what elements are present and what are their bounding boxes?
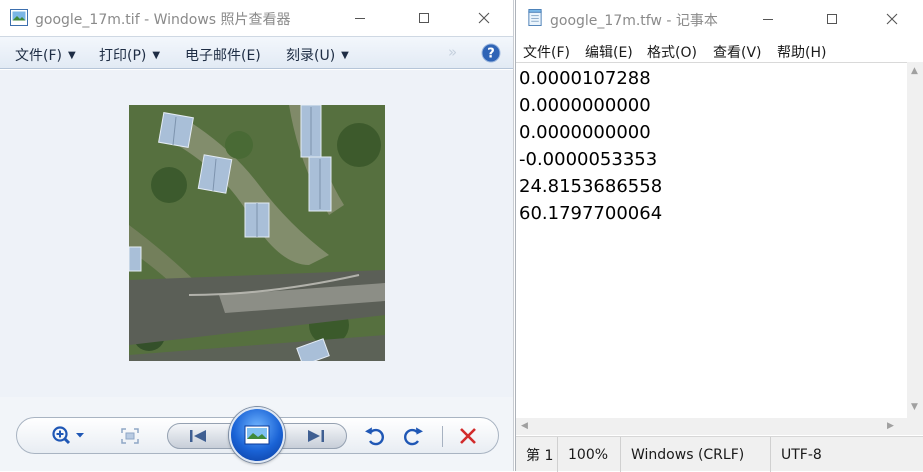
menu-view[interactable]: 查看(V) — [713, 42, 762, 62]
next-icon — [308, 430, 324, 442]
maximize-icon — [419, 13, 429, 23]
slideshow-icon — [244, 425, 270, 445]
horizontal-scrollbar[interactable]: ◀ ▶ — [516, 418, 907, 435]
close-icon — [886, 13, 898, 25]
text-line: 0.0000107288 — [519, 68, 651, 89]
menu-format[interactable]: 格式(O) — [647, 42, 697, 62]
photo-viewer-window: google_17m.tif - Windows 照片查看器 文件(F) ▼ 打… — [0, 0, 514, 471]
status-zoom: 100% — [557, 437, 608, 472]
double-chevron-icon[interactable]: » — [448, 43, 457, 61]
previous-icon — [190, 430, 206, 442]
chevron-down-icon: ▼ — [152, 49, 161, 61]
text-line: 0.0000000000 — [519, 122, 651, 143]
text-editor[interactable]: 0.0000107288 0.0000000000 0.0000000000 -… — [516, 62, 907, 418]
slideshow-button[interactable] — [229, 407, 285, 463]
chevron-down-icon: ▼ — [67, 49, 76, 61]
maximize-icon — [827, 14, 837, 24]
menu-email[interactable]: 电子邮件(E) — [185, 45, 261, 65]
close-button[interactable] — [870, 0, 914, 38]
window-title: google_17m.tif - Windows 照片查看器 — [35, 12, 291, 28]
photo-viewer-menubar: 文件(F) ▼ 打印(P) ▼ 电子邮件(E) 刻录(U) ▼ » ? — [0, 36, 513, 69]
vertical-scrollbar[interactable]: ▲ ▼ — [907, 62, 923, 418]
text-line: 0.0000000000 — [519, 95, 651, 116]
menu-burn[interactable]: 刻录(U) ▼ — [286, 45, 349, 65]
notepad-window: google_17m.tfw - 记事本 文件(F) 编辑(E) 格式(O) 查… — [515, 0, 923, 472]
notepad-titlebar[interactable]: google_17m.tfw - 记事本 — [516, 0, 923, 38]
status-position: 第 1 — [526, 447, 554, 464]
menu-burn-label: 刻录(U) — [286, 48, 336, 64]
status-encoding: UTF-8 — [770, 437, 822, 472]
scroll-down-icon[interactable]: ▼ — [911, 402, 918, 412]
rotate-ccw-icon — [365, 427, 384, 446]
menu-print[interactable]: 打印(P) ▼ — [99, 45, 160, 65]
minimize-icon — [355, 18, 365, 19]
notepad-menubar: 文件(F) 编辑(E) 格式(O) 查看(V) 帮助(H) — [516, 38, 923, 62]
menu-file-label: 文件(F) — [15, 48, 62, 64]
rotate-cw-button[interactable] — [403, 426, 423, 446]
text-line: 24.8153686558 — [519, 176, 663, 197]
minimize-button[interactable] — [338, 0, 382, 36]
scroll-up-icon[interactable]: ▲ — [911, 66, 918, 76]
separator — [442, 426, 443, 447]
rotate-ccw-button[interactable] — [365, 426, 385, 446]
delete-button[interactable] — [458, 426, 478, 446]
photo-viewer-icon — [10, 9, 28, 26]
delete-icon — [460, 428, 476, 444]
close-icon — [478, 12, 490, 24]
maximize-button[interactable] — [402, 0, 446, 36]
help-icon[interactable]: ? — [481, 43, 501, 63]
window-title: google_17m.tfw - 记事本 — [550, 13, 718, 29]
minimize-button[interactable] — [746, 0, 790, 38]
text-line: 60.1797700064 — [519, 203, 663, 224]
chevron-down-icon: ▼ — [341, 49, 349, 61]
close-button[interactable] — [462, 0, 506, 36]
status-bar: 第 1 100% Windows (CRLF) UTF-8 — [516, 436, 923, 472]
menu-help[interactable]: 帮助(H) — [777, 42, 826, 62]
scroll-left-icon[interactable]: ◀ — [521, 421, 528, 431]
photo-viewer-titlebar[interactable]: google_17m.tif - Windows 照片查看器 — [0, 0, 513, 36]
svg-text:?: ? — [487, 47, 495, 62]
maximize-button[interactable] — [810, 0, 854, 38]
next-button[interactable] — [296, 427, 336, 445]
minimize-icon — [763, 19, 773, 20]
menu-file[interactable]: 文件(F) ▼ — [15, 45, 76, 65]
rotate-cw-icon — [404, 427, 423, 446]
menu-email-label: 电子邮件(E) — [185, 48, 261, 64]
scroll-right-icon[interactable]: ▶ — [887, 421, 894, 431]
image-canvas[interactable] — [0, 70, 513, 397]
text-line: -0.0000053353 — [519, 149, 658, 170]
fit-window-icon — [121, 428, 139, 444]
scrollbar-corner — [907, 418, 923, 435]
menu-edit[interactable]: 编辑(E) — [585, 42, 633, 62]
actual-size-button[interactable] — [119, 427, 141, 445]
photo-viewer-controls — [0, 397, 513, 471]
previous-button[interactable] — [178, 427, 218, 445]
aerial-photo — [129, 105, 385, 361]
zoom-button[interactable] — [49, 425, 89, 447]
menu-print-label: 打印(P) — [99, 48, 147, 64]
menu-file[interactable]: 文件(F) — [523, 42, 570, 62]
status-line-ending: Windows (CRLF) — [620, 437, 744, 472]
notepad-icon — [528, 9, 542, 26]
magnifier-icon — [52, 426, 84, 445]
